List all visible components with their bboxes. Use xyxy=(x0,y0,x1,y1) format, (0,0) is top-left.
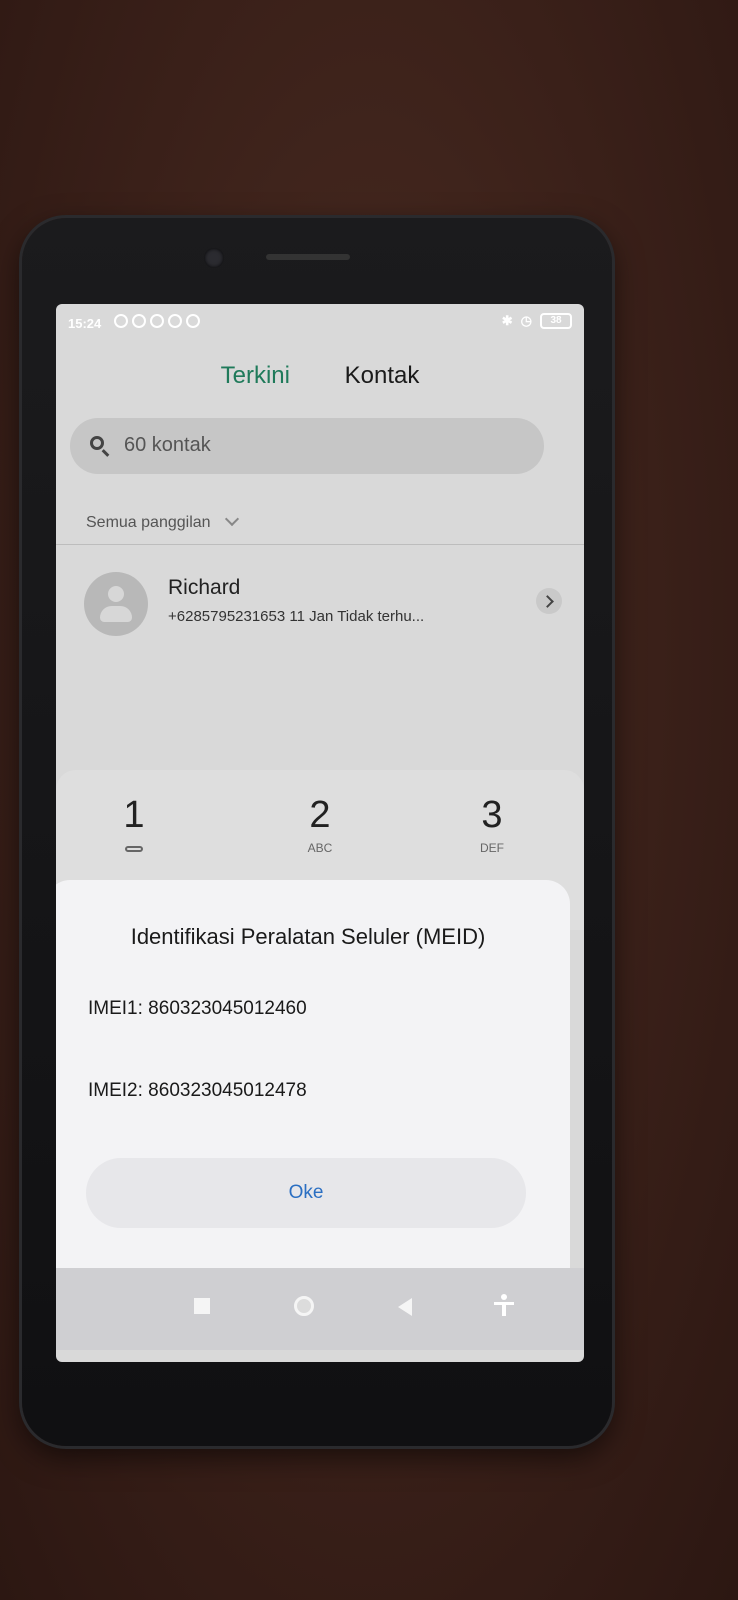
call-detail: +6285795231653 11 Jan Tidak terhu... xyxy=(168,608,425,625)
search-placeholder: 60 kontak xyxy=(124,434,211,456)
status-time: 15:24 xyxy=(68,316,102,331)
chevron-down-icon xyxy=(224,511,240,527)
earpiece xyxy=(266,254,350,260)
whatsapp-icon xyxy=(150,314,164,328)
status-bar: 15:24 ✱ ◷ 38 xyxy=(56,304,584,340)
imei2-text: IMEI2: 860323045012478 xyxy=(88,1080,307,1101)
notification-icons xyxy=(114,314,200,328)
back-button[interactable] xyxy=(398,1298,412,1316)
contact-name: Richard xyxy=(168,576,241,599)
divider xyxy=(56,544,584,545)
voicemail-icon xyxy=(125,846,143,852)
search-icon xyxy=(90,436,104,450)
key-1[interactable]: 1 xyxy=(74,794,194,855)
app-icon xyxy=(186,314,200,328)
warning-icon xyxy=(168,314,182,328)
dialog-title: Identifikasi Peralatan Seluler (MEID) xyxy=(130,924,486,949)
navigation-bar xyxy=(56,1268,584,1350)
status-right: ✱ ◷ 38 xyxy=(502,313,572,329)
meid-dialog: Identifikasi Peralatan Seluler (MEID) IM… xyxy=(56,880,570,1268)
alarm-icon: ◷ xyxy=(520,313,532,328)
imei1-text: IMEI1: 860323045012460 xyxy=(88,998,307,1019)
chevron-right-icon[interactable] xyxy=(536,588,562,614)
key-2[interactable]: 2 ABC xyxy=(260,794,380,855)
key-3[interactable]: 3 DEF xyxy=(432,794,552,855)
call-filter-label: Semua panggilan xyxy=(86,514,211,531)
recents-button[interactable] xyxy=(194,1298,210,1314)
search-bar[interactable]: 60 kontak xyxy=(70,418,544,474)
phone-device: 15:24 ✱ ◷ 38 Terkini Kontak 60 kontak Se… xyxy=(22,218,612,1446)
avatar xyxy=(84,572,148,636)
accessibility-icon[interactable] xyxy=(494,1294,514,1318)
call-log-item[interactable]: Richard +6285795231653 11 Jan Tidak terh… xyxy=(56,562,584,652)
call-filter-dropdown[interactable]: Semua panggilan xyxy=(86,511,240,532)
phone-screen: 15:24 ✱ ◷ 38 Terkini Kontak 60 kontak Se… xyxy=(56,304,584,1362)
front-camera xyxy=(204,248,224,268)
tab-contacts[interactable]: Kontak xyxy=(345,362,420,390)
ok-button[interactable]: Oke xyxy=(86,1158,526,1228)
battery-icon: 38 xyxy=(540,313,572,329)
whatsapp-icon xyxy=(114,314,128,328)
tab-recent[interactable]: Terkini xyxy=(221,362,290,390)
home-button[interactable] xyxy=(294,1296,314,1316)
chat-icon xyxy=(132,314,146,328)
tab-bar: Terkini Kontak xyxy=(56,362,584,390)
bluetooth-icon: ✱ xyxy=(501,313,513,328)
